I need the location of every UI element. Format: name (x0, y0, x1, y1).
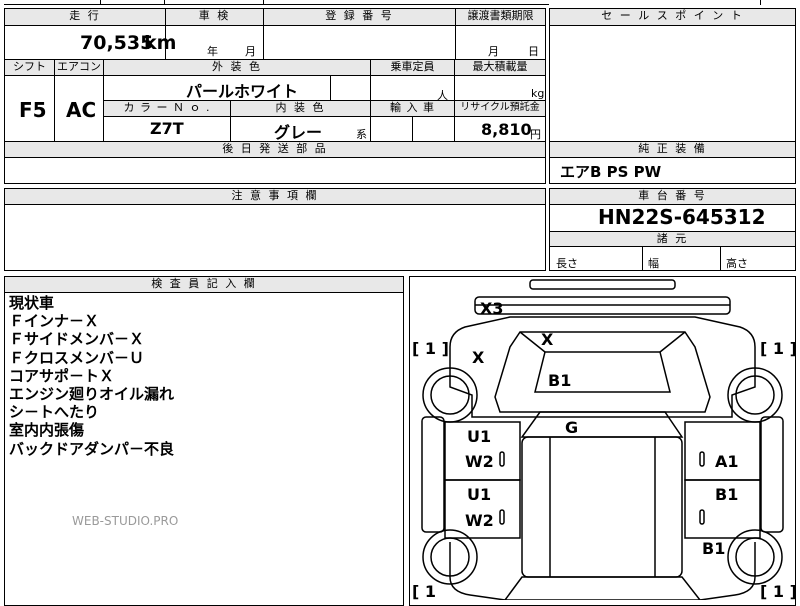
interior-color-value: グレー (274, 123, 323, 142)
shift-value: F5 (19, 98, 47, 122)
import-header: 輸 入 車 (371, 101, 454, 116)
chassis-number-header: 車 台 番 号 (550, 189, 795, 204)
sales-point-header: セ ー ル ス ポ イ ン ト (550, 9, 795, 25)
mark-b1-right1: B1 (715, 485, 738, 504)
recycle-value: 8,810 (481, 120, 532, 139)
length-label: 長さ (556, 257, 578, 270)
inspection-header: 車 検 (166, 9, 263, 25)
interior-color-suffix: 系 (356, 128, 367, 141)
height-label: 高さ (726, 257, 748, 270)
mark-b1-hood: B1 (548, 371, 571, 390)
registration-header: 登 録 番 号 (264, 9, 455, 25)
recycle-header: リサイクル預託金 (455, 101, 545, 116)
mark-bracket-top-left: [ 1 ] (412, 339, 449, 358)
inspector-note: シ－トへたり (9, 403, 100, 422)
inspector-notes-header: 検 査 員 記 入 欄 (5, 277, 403, 292)
mark-w2-bottom: W2 (465, 511, 494, 530)
mark-a1: A1 (715, 452, 739, 471)
exterior-color-header: 外 装 色 (104, 60, 370, 75)
inspector-note: Ｆサイドメンバ－Ｘ (9, 330, 145, 349)
inspector-note: コアサポ－トＸ (9, 366, 115, 385)
transfer-deadline-header: 譲渡書類期限 (456, 9, 545, 25)
inspector-note: Ｆクロスメンバ－Ｕ (9, 348, 145, 367)
capacity-header: 乗車定員 (371, 60, 454, 75)
color-no-value: Z7T (150, 119, 184, 138)
interior-color-header: 内 装 色 (231, 101, 370, 116)
transfer-day-unit: 日 (528, 45, 539, 58)
aircon-value: AC (66, 98, 97, 122)
mark-g: G (565, 418, 578, 437)
mark-u1-bottom: U1 (467, 485, 491, 504)
mark-bracket-bottom-right: [ 1 ] (760, 582, 795, 600)
inspection-month-unit: 月 (245, 45, 256, 58)
inspection-year-unit: 年 (207, 45, 218, 58)
color-no-header: カ ラ ー Ｎ ｏ . (104, 101, 230, 116)
inspector-note: エンジン廻りオイル漏れ (9, 385, 175, 404)
inspector-note: Ｆインナ－Ｘ (9, 312, 100, 331)
load-unit: kg (531, 87, 545, 100)
caution-notes-header: 注 意 事 項 欄 (5, 189, 545, 204)
mark-bracket-top-right: [ 1 ] (760, 339, 795, 358)
car-damage-diagram: X3 X X B1 G U1 W2 A1 B1 U1 W2 B1 [ 1 ] [… (412, 279, 795, 600)
inspector-note: 現状車 (9, 294, 55, 312)
aircon-header: エアコン (55, 60, 103, 75)
max-load-header: 最大積載量 (455, 60, 545, 75)
dimensions-header: 諸 元 (550, 232, 795, 246)
watermark: WEB-STUDIO.PRO (72, 514, 179, 528)
mark-x3: X3 (480, 299, 503, 318)
mark-x-roof: X (541, 330, 554, 349)
mileage-unit: km (144, 32, 177, 54)
recycle-unit: 円 (530, 128, 541, 141)
mileage-value: 70,535 (80, 32, 154, 54)
exterior-color-value: パールホワイト (186, 82, 299, 101)
mark-w2-top: W2 (465, 452, 494, 471)
mark-u1-top: U1 (467, 427, 491, 446)
chassis-number-value: HN22S-645312 (598, 205, 766, 229)
genuine-equipment-value: エアB PS PW (560, 163, 662, 181)
mark-bracket-bottom-left: [ 1 (412, 582, 436, 600)
mileage-header: 走 行 (5, 9, 165, 25)
mark-b1-right2: B1 (702, 539, 725, 558)
aftermarket-parts-header: 後 日 発 送 部 品 (5, 142, 545, 157)
transfer-month-unit: 月 (488, 45, 499, 58)
inspector-notes-list: 現状車 Ｆインナ－Ｘ Ｆサイドメンバ－Ｘ Ｆクロスメンバ－Ｕ コアサポ－トＸ エ… (9, 294, 174, 458)
genuine-equipment-header: 純 正 装 備 (550, 142, 795, 157)
mark-x-left: X (472, 348, 485, 367)
inspector-note: 室内内張傷 (9, 421, 85, 440)
width-label: 幅 (648, 257, 659, 270)
inspector-note: バックドアダンパ－不良 (9, 439, 175, 458)
shift-header: シフト (5, 60, 54, 75)
